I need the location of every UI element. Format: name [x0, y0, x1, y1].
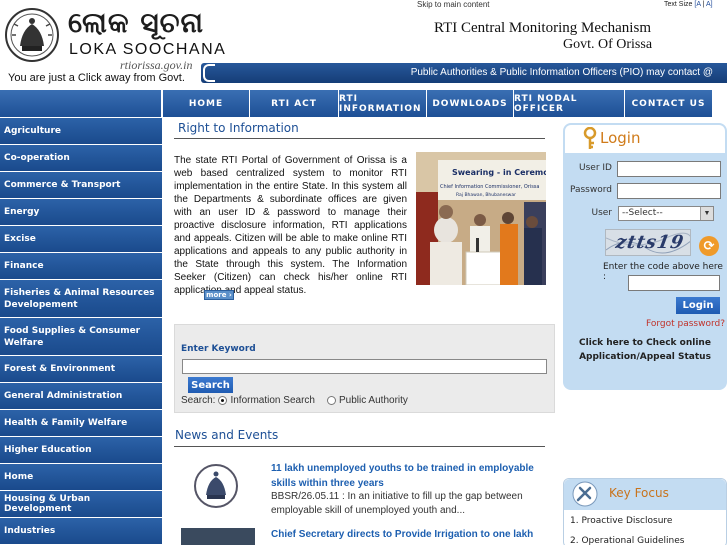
more-button[interactable]: more ›	[204, 290, 234, 300]
password-input[interactable]	[617, 183, 721, 199]
chevron-down-icon[interactable]: ▼	[700, 207, 713, 220]
text-size-control: Text Size [A | A]	[664, 1, 713, 8]
rti-title-divider	[174, 138, 545, 139]
sidebar-item-agriculture[interactable]: Agriculture	[0, 118, 162, 144]
rti-description: The state RTI Portal of Government of Or…	[174, 155, 407, 296]
photo-banner-text: Swearing - in Ceremony	[452, 168, 546, 177]
nav-left-spacer	[0, 90, 162, 117]
key-focus-item-proactive-disclosure[interactable]: 1. Proactive Disclosure	[570, 516, 672, 526]
swearing-ceremony-photo: Swearing - in Ceremony Chief Information…	[416, 152, 546, 285]
search-options: Search: Information Search Public Author…	[181, 395, 408, 406]
ticker-text[interactable]: Public Authorities & Public Information …	[411, 67, 713, 78]
sidebar-item-co-operation[interactable]: Co-operation	[0, 145, 162, 171]
sidebar-item-housing-urban[interactable]: Housing & Urban Development	[0, 491, 162, 517]
login-button[interactable]: Login	[676, 297, 720, 314]
key-focus-item-operational-guidelines[interactable]: 2. Operational Guidelines	[570, 536, 684, 545]
search-button[interactable]: Search	[188, 377, 233, 393]
main-nav: HOME RTI ACT RTI INFORMATION DOWNLOADS R…	[162, 90, 727, 117]
nav-contact-us[interactable]: CONTACT US	[624, 90, 712, 117]
nav-home[interactable]: HOME	[162, 90, 249, 117]
captcha-input[interactable]	[628, 275, 720, 291]
news-item-headline[interactable]: 11 lakh unemployed youths to be trained …	[271, 461, 535, 491]
sidebar-item-higher-education[interactable]: Higher Education	[0, 437, 162, 463]
sidebar-item-excise[interactable]: Excise	[0, 226, 162, 252]
keyword-search-input[interactable]	[182, 359, 547, 374]
news-section-title: News and Events	[175, 428, 279, 442]
rti-section-title: Right to Information	[178, 121, 299, 135]
sidebar-item-general-administration[interactable]: General Administration	[0, 383, 162, 409]
search-prefix-label: Search:	[181, 395, 216, 406]
announcement-ticker: Public Authorities & Public Information …	[201, 63, 727, 83]
nav-rti-nodal-officer[interactable]: RTI NODAL OFFICER	[513, 90, 624, 117]
key-focus-title: Key Focus	[609, 486, 669, 500]
search-label: Enter Keyword	[181, 344, 256, 354]
news-item-thumbnail	[181, 528, 255, 545]
user-id-label: User ID	[579, 163, 612, 173]
nav-downloads[interactable]: DOWNLOADS	[426, 90, 513, 117]
information-search-radio[interactable]	[218, 396, 228, 405]
sidebar-item-forest-environment[interactable]: Forest & Environment	[0, 356, 162, 382]
nav-rti-act[interactable]: RTI ACT	[249, 90, 338, 117]
user-type-label: User	[591, 208, 612, 218]
refresh-captcha-icon[interactable]: ⟳	[699, 236, 719, 256]
tools-icon	[572, 481, 598, 507]
sidebar-item-energy[interactable]: Energy	[0, 199, 162, 225]
sidebar-item-commerce-transport[interactable]: Commerce & Transport	[0, 172, 162, 198]
public-authority-label: Public Authority	[338, 395, 408, 406]
skip-to-content-link[interactable]: Skip to main content	[417, 0, 489, 9]
forgot-password-link[interactable]: Forgot password?	[646, 319, 725, 329]
tagline: You are just a Click away from Govt.	[8, 72, 185, 84]
site-title: RTI Central Monitoring Mechanism	[434, 20, 651, 36]
captcha-text: ztts19	[614, 232, 686, 253]
nav-rti-information[interactable]: RTI INFORMATION	[338, 90, 426, 117]
sidebar-item-fisheries[interactable]: Fisheries & Animal Resources Developemen…	[0, 280, 162, 317]
public-authority-radio[interactable]	[326, 396, 336, 405]
sidebar-item-industries[interactable]: Industries	[0, 518, 162, 544]
news-title-divider	[174, 446, 545, 447]
user-id-input[interactable]	[617, 161, 721, 177]
department-sidebar: Agriculture Co-operation Commerce & Tran…	[0, 118, 162, 545]
odisha-emblem-icon	[5, 8, 59, 62]
ticker-decoration	[203, 64, 215, 82]
photo-banner-sub2: Raj Bhawan, Bhubaneswar	[456, 192, 516, 198]
news-item-summary: BBSR/26.05.11 : In an initiative to fill…	[271, 491, 523, 516]
login-title: Login	[600, 129, 641, 147]
information-search-label: Information Search	[230, 395, 315, 406]
site-subtitle: Govt. Of Orissa	[563, 37, 653, 52]
check-status-link[interactable]: Click here to Check online Application/A…	[570, 336, 720, 364]
text-size-small-link[interactable]: [A	[694, 1, 700, 8]
photo-banner-sub: Chief Information Commissioner, Orissa	[440, 184, 539, 190]
sidebar-item-finance[interactable]: Finance	[0, 253, 162, 279]
news-item-headline[interactable]: Chief Secretary directs to Provide Irrig…	[271, 527, 535, 542]
password-label: Password	[569, 185, 612, 195]
key-icon	[583, 127, 597, 149]
news-emblem-icon	[194, 464, 238, 508]
page: ଲୋକ ସୂଚନା LOKA SOOCHANA rtiorissa.gov.in…	[0, 0, 727, 545]
logo-english-text: LOKA SOOCHANA	[69, 41, 227, 58]
logo-url: rtiorissa.gov.in	[120, 58, 193, 72]
text-size-large-link[interactable]: A]	[706, 1, 713, 8]
text-size-label: Text Size	[664, 1, 693, 8]
sidebar-item-home[interactable]: Home	[0, 464, 162, 490]
captcha-image: ztts19	[605, 229, 691, 256]
sidebar-item-food-supplies[interactable]: Food Supplies & Consumer Welfare	[0, 318, 162, 355]
sidebar-item-health-family-welfare[interactable]: Health & Family Welfare	[0, 410, 162, 436]
logo-odia-text: ଲୋକ ସୂଚନା	[68, 6, 205, 39]
